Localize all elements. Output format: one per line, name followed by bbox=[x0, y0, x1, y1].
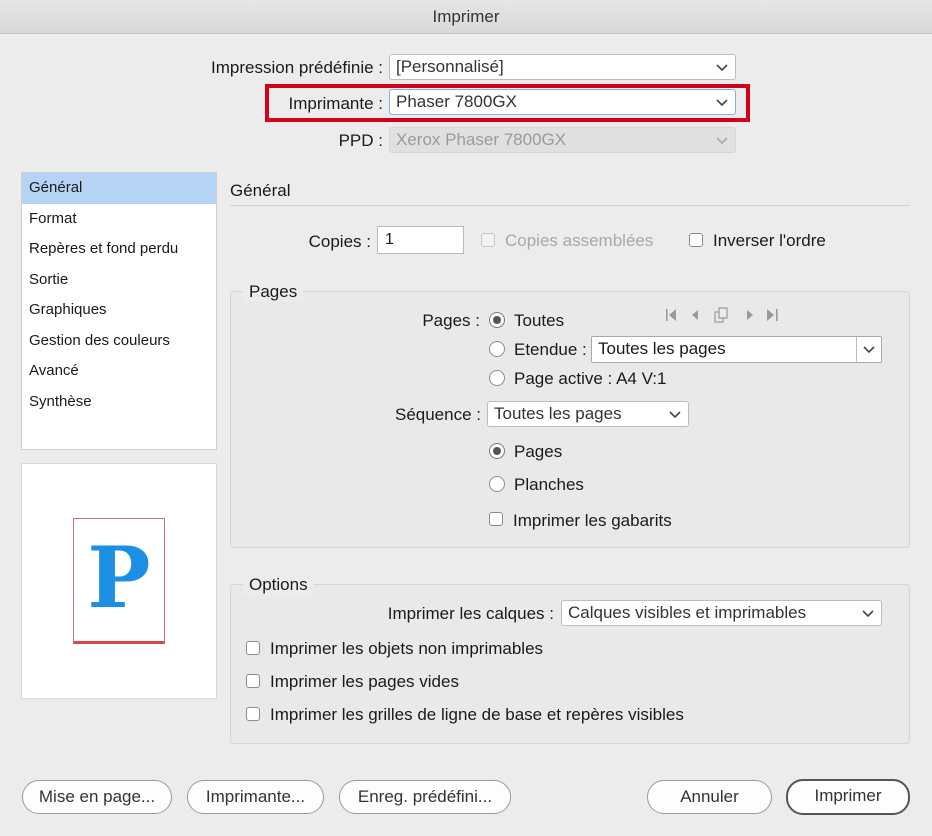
preview-letter: P bbox=[87, 528, 151, 627]
save-preset-button[interactable]: Enreg. prédéfini... bbox=[339, 780, 511, 814]
section-divider bbox=[230, 205, 910, 206]
previous-page-icon bbox=[692, 310, 698, 320]
preset-value: [Personnalisé] bbox=[396, 57, 504, 76]
chevron-down-icon bbox=[862, 610, 874, 618]
collate-label: Copies assemblées bbox=[505, 231, 654, 250]
nonprinting-objects-label: Imprimer les objets non imprimables bbox=[270, 639, 544, 658]
printer-value: Phaser 7800GX bbox=[396, 92, 517, 111]
category-list: Général Format Repères et fond perdu Sor… bbox=[21, 172, 217, 450]
first-page-icon bbox=[666, 309, 676, 321]
sidebar-item-color-management[interactable]: Gestion des couleurs bbox=[22, 326, 216, 357]
sidebar-item-output[interactable]: Sortie bbox=[22, 265, 216, 296]
copies-label: Copies : bbox=[308, 232, 371, 251]
blank-pages-label: Imprimer les pages vides bbox=[270, 672, 459, 691]
preset-label: Impression prédéfinie : bbox=[211, 58, 383, 77]
pages-current-label: Page active : A4 V:1 bbox=[514, 369, 667, 388]
preset-select[interactable]: [Personnalisé] bbox=[389, 54, 736, 80]
reverse-order-checkbox[interactable] bbox=[689, 233, 703, 247]
combo-divider bbox=[856, 337, 857, 362]
pages-range-label: Etendue : bbox=[514, 340, 587, 359]
window-title: Imprimer bbox=[0, 0, 932, 34]
print-spreads-label: Planches bbox=[514, 475, 584, 494]
print-dialog: Imprimer Impression prédéfinie : [Person… bbox=[0, 0, 932, 836]
pages-range-radio[interactable] bbox=[489, 341, 505, 357]
sidebar-item-summary[interactable]: Synthèse bbox=[22, 387, 216, 418]
baseline-grids-checkbox[interactable] bbox=[246, 707, 260, 721]
page-preview: P bbox=[21, 463, 217, 699]
layers-value: Calques visibles et imprimables bbox=[568, 603, 807, 622]
preview-page-edge bbox=[74, 641, 164, 644]
print-spreads-radio[interactable] bbox=[489, 476, 505, 492]
blank-pages-checkbox[interactable] bbox=[246, 674, 260, 688]
collate-checkbox bbox=[481, 233, 495, 247]
sequence-select[interactable]: Toutes les pages bbox=[487, 401, 689, 427]
chevron-down-icon bbox=[716, 99, 728, 107]
printer-button[interactable]: Imprimante... bbox=[187, 780, 324, 814]
pages-icon bbox=[714, 307, 728, 323]
sequence-label: Séquence : bbox=[394, 405, 481, 424]
page-navigation-icons bbox=[666, 307, 778, 323]
pages-current-radio[interactable] bbox=[489, 370, 505, 386]
ppd-label: PPD : bbox=[338, 131, 383, 150]
ppd-select: Xerox Phaser 7800GX bbox=[389, 127, 736, 153]
section-title: Général bbox=[230, 181, 291, 200]
preview-page: P bbox=[73, 518, 165, 644]
copies-input[interactable]: 1 bbox=[377, 226, 464, 254]
print-masters-checkbox[interactable] bbox=[489, 512, 503, 526]
pages-range-value: Toutes les pages bbox=[598, 339, 726, 358]
sequence-value: Toutes les pages bbox=[494, 404, 622, 423]
sidebar-item-graphics[interactable]: Graphiques bbox=[22, 295, 216, 326]
cancel-button[interactable]: Annuler bbox=[647, 780, 772, 814]
layers-select[interactable]: Calques visibles et imprimables bbox=[561, 600, 882, 626]
sidebar-item-advanced[interactable]: Avancé bbox=[22, 356, 216, 387]
page-setup-button[interactable]: Mise en page... bbox=[22, 780, 172, 814]
reverse-order-label: Inverser l'ordre bbox=[713, 231, 826, 250]
options-group-title: Options bbox=[243, 575, 314, 595]
pages-all-label: Toutes bbox=[514, 311, 565, 330]
layers-label: Imprimer les calques : bbox=[387, 604, 554, 623]
print-pages-radio[interactable] bbox=[489, 443, 505, 459]
next-page-icon bbox=[747, 310, 753, 320]
pages-all-radio[interactable] bbox=[489, 312, 505, 328]
chevron-down-icon[interactable] bbox=[862, 337, 876, 361]
last-page-icon bbox=[767, 309, 778, 321]
print-button[interactable]: Imprimer bbox=[786, 779, 910, 815]
sidebar-item-marks-bleed[interactable]: Repères et fond perdu bbox=[22, 234, 216, 265]
pages-label: Pages : bbox=[422, 311, 480, 330]
chevron-down-icon bbox=[716, 64, 728, 72]
sidebar-item-general[interactable]: Général bbox=[22, 173, 216, 204]
print-masters-label: Imprimer les gabarits bbox=[513, 511, 672, 530]
chevron-down-icon bbox=[669, 411, 681, 419]
printer-select[interactable]: Phaser 7800GX bbox=[389, 89, 736, 115]
pages-group-title: Pages bbox=[243, 282, 304, 302]
printer-label: Imprimante : bbox=[288, 94, 383, 113]
ppd-value: Xerox Phaser 7800GX bbox=[396, 130, 567, 149]
print-pages-label: Pages bbox=[514, 442, 563, 461]
sidebar-item-format[interactable]: Format bbox=[22, 204, 216, 235]
nonprinting-objects-checkbox[interactable] bbox=[246, 641, 260, 655]
chevron-down-icon bbox=[716, 137, 728, 145]
pages-range-combo[interactable]: Toutes les pages bbox=[591, 336, 882, 363]
baseline-grids-label: Imprimer les grilles de ligne de base et… bbox=[270, 705, 684, 724]
